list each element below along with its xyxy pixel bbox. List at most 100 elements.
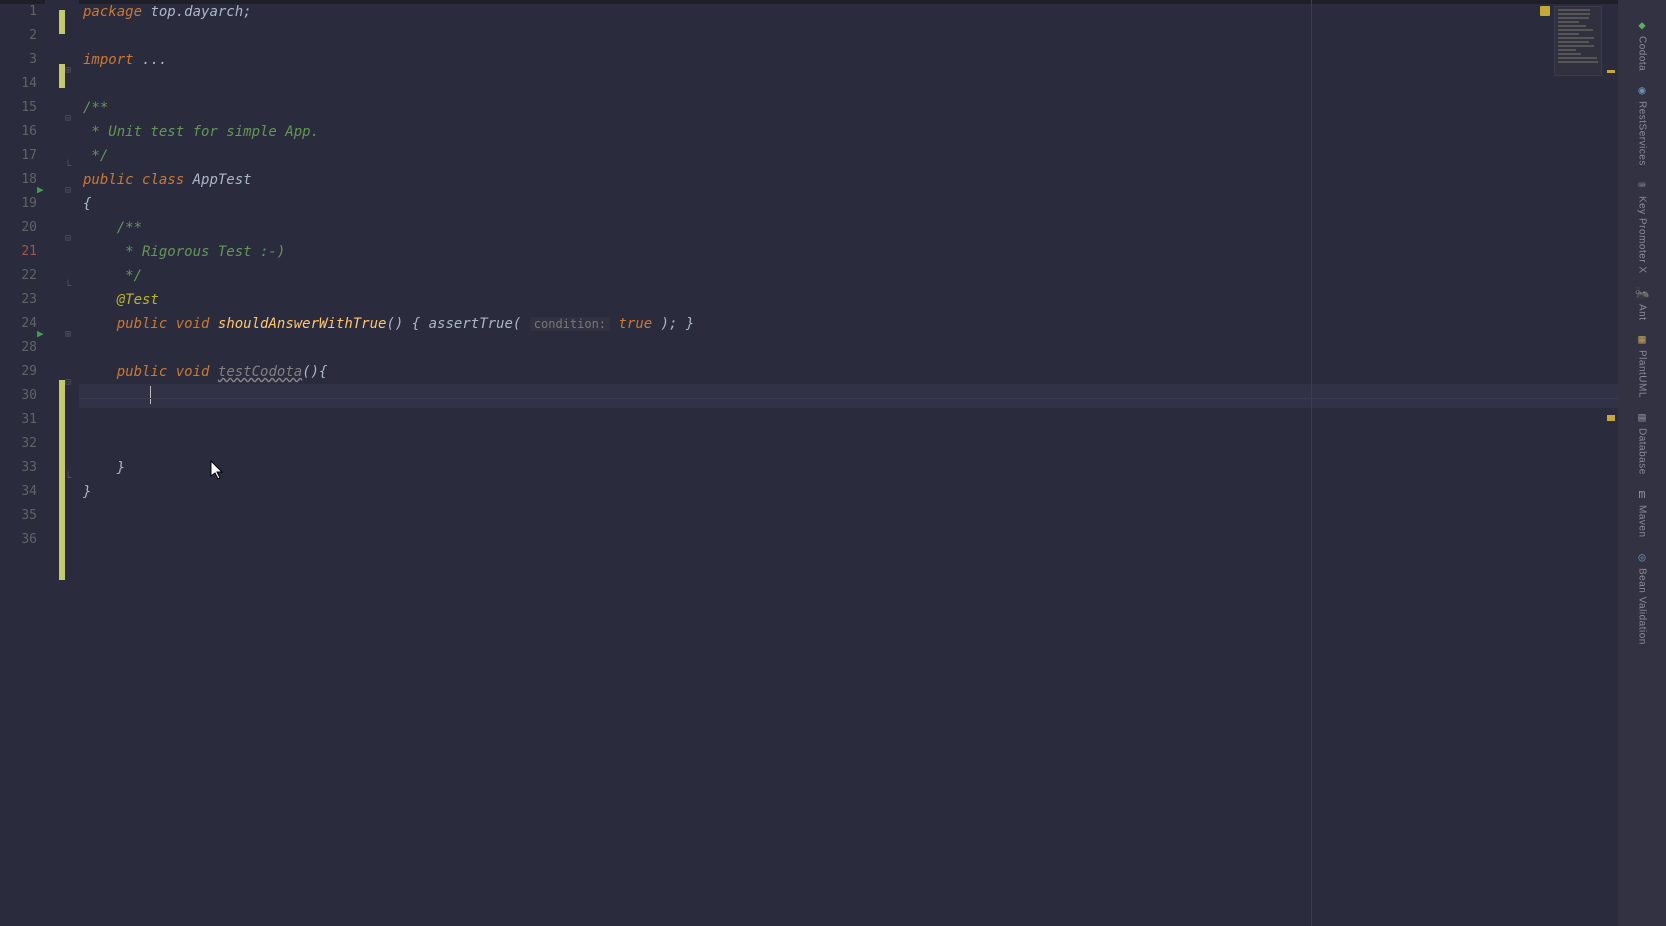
- token-comment: * Rigorous Test :-): [117, 244, 286, 260]
- editor[interactable]: 1231415161718192021222324282930313233343…: [0, 0, 1666, 926]
- code-line[interactable]: * Rigorous Test :-): [79, 240, 1666, 264]
- run-test-icon[interactable]: ▶: [37, 327, 44, 340]
- line-number[interactable]: 3: [0, 48, 37, 72]
- code-area[interactable]: package top.dayarch; import ... /** * Unit…: [79, 0, 1666, 926]
- line-number[interactable]: 2: [0, 24, 37, 48]
- tool-window-restservices[interactable]: ◉RestServices: [1620, 77, 1664, 168]
- fold-collapse-icon[interactable]: ⊟: [65, 185, 75, 195]
- tool-window-database[interactable]: ▤Database: [1620, 404, 1664, 477]
- maven-icon: m: [1635, 487, 1649, 501]
- fold-expand-icon[interactable]: ⊞: [65, 329, 75, 339]
- code-line[interactable]: [79, 72, 1666, 96]
- code-line[interactable]: * Unit test for simple App.: [79, 120, 1666, 144]
- token-kw2: public: [117, 364, 176, 380]
- code-line[interactable]: }: [79, 456, 1666, 480]
- run-test-icon[interactable]: ▶: [37, 183, 44, 196]
- line-number[interactable]: 34: [0, 480, 37, 504]
- fold-end-icon[interactable]: └: [65, 161, 75, 171]
- code-line[interactable]: public class AppTest: [79, 168, 1666, 192]
- line-number[interactable]: 24: [0, 312, 37, 336]
- code-line[interactable]: [79, 504, 1666, 528]
- code-line[interactable]: [79, 24, 1666, 48]
- minimap-line: [1558, 17, 1589, 19]
- token-param-hint: condition:: [530, 317, 610, 331]
- code-line[interactable]: [79, 384, 1666, 408]
- line-number[interactable]: 31: [0, 408, 37, 432]
- line-number[interactable]: 19: [0, 192, 37, 216]
- code-minimap[interactable]: [1554, 6, 1602, 76]
- minimap-line: [1558, 33, 1579, 35]
- code-line[interactable]: */: [79, 264, 1666, 288]
- token-plain: [83, 268, 117, 284]
- code-line[interactable]: import ...: [79, 48, 1666, 72]
- token-lit: true: [618, 316, 652, 332]
- fold-gutter[interactable]: ⊞ ⊟ └ ⊟ ⊟ └ ⊞ ⊟ └: [65, 0, 79, 926]
- tool-label: Key Promoter X: [1637, 196, 1648, 274]
- code-line[interactable]: /**: [79, 96, 1666, 120]
- code-line[interactable]: public void shouldAnswerWithTrue() { ass…: [79, 312, 1666, 336]
- inspection-badge[interactable]: [1540, 6, 1550, 16]
- tool-label: Ant: [1637, 304, 1648, 321]
- tool-window-maven[interactable]: mMaven: [1620, 481, 1664, 540]
- line-number[interactable]: 20: [0, 216, 37, 240]
- line-number[interactable]: 21: [0, 240, 37, 264]
- codota-icon: ◆: [1635, 18, 1649, 32]
- code-line[interactable]: /**: [79, 216, 1666, 240]
- line-number[interactable]: 32: [0, 432, 37, 456]
- token-kw: package: [83, 4, 150, 20]
- minimap-line: [1558, 9, 1590, 11]
- line-number[interactable]: 14: [0, 72, 37, 96]
- tool-label: RestServices: [1637, 101, 1648, 166]
- tool-label: Bean Validation: [1637, 568, 1648, 645]
- fold-end-icon[interactable]: └: [65, 281, 75, 291]
- line-number[interactable]: 18: [0, 168, 37, 192]
- line-number[interactable]: 23: [0, 288, 37, 312]
- code-line[interactable]: [79, 432, 1666, 456]
- error-stripe[interactable]: [1606, 0, 1616, 926]
- minimap-line: [1558, 57, 1597, 59]
- code-line[interactable]: public void testCodota(){: [79, 360, 1666, 384]
- code-line[interactable]: [79, 408, 1666, 432]
- code-line[interactable]: {: [79, 192, 1666, 216]
- token-plain: (: [513, 316, 530, 332]
- warning-mark[interactable]: [1607, 418, 1615, 421]
- code-line[interactable]: }: [79, 480, 1666, 504]
- line-number[interactable]: 16: [0, 120, 37, 144]
- token-kw: import: [83, 52, 142, 68]
- code-line[interactable]: [79, 336, 1666, 360]
- token-id-pkg: top.dayarch: [150, 4, 243, 20]
- tool-window-keypromoter[interactable]: ⌨Key Promoter X: [1620, 172, 1664, 276]
- line-number[interactable]: 22: [0, 264, 37, 288]
- warning-mark[interactable]: [1607, 70, 1615, 73]
- fold-collapse-icon[interactable]: ⊟: [65, 233, 75, 243]
- token-plain: ;: [243, 4, 251, 20]
- code-line[interactable]: @Test: [79, 288, 1666, 312]
- annotation-gutter[interactable]: ▶▶: [45, 0, 59, 926]
- code-line[interactable]: [79, 528, 1666, 552]
- method-separator: [79, 398, 1666, 399]
- fold-expand-icon[interactable]: ⊞: [65, 65, 75, 75]
- line-number[interactable]: 35: [0, 504, 37, 528]
- fold-collapse-icon[interactable]: ⊟: [65, 113, 75, 123]
- tool-window-beanvalidation[interactable]: ◎Bean Validation: [1620, 544, 1664, 647]
- fold-collapse-icon[interactable]: ⊟: [65, 377, 75, 387]
- line-number[interactable]: 36: [0, 528, 37, 552]
- line-number-gutter[interactable]: 1231415161718192021222324282930313233343…: [0, 0, 45, 926]
- line-number[interactable]: 15: [0, 96, 37, 120]
- token-plain: [83, 220, 117, 236]
- tool-window-ant[interactable]: 🐜Ant: [1620, 280, 1664, 323]
- tool-window-codota[interactable]: ◆Codota: [1620, 12, 1664, 73]
- token-kw2: public: [117, 316, 176, 332]
- line-number[interactable]: 28: [0, 336, 37, 360]
- line-number[interactable]: 17: [0, 144, 37, 168]
- line-number[interactable]: 33: [0, 456, 37, 480]
- text-caret: [150, 386, 151, 404]
- code-line[interactable]: package top.dayarch;: [79, 0, 1666, 24]
- token-kw2: public: [83, 172, 142, 188]
- line-number[interactable]: 30: [0, 384, 37, 408]
- code-line[interactable]: */: [79, 144, 1666, 168]
- fold-end-icon[interactable]: └: [65, 473, 75, 483]
- token-comment: */: [83, 148, 108, 164]
- tool-window-plantuml[interactable]: ▦PlantUML: [1620, 326, 1664, 400]
- line-number[interactable]: 29: [0, 360, 37, 384]
